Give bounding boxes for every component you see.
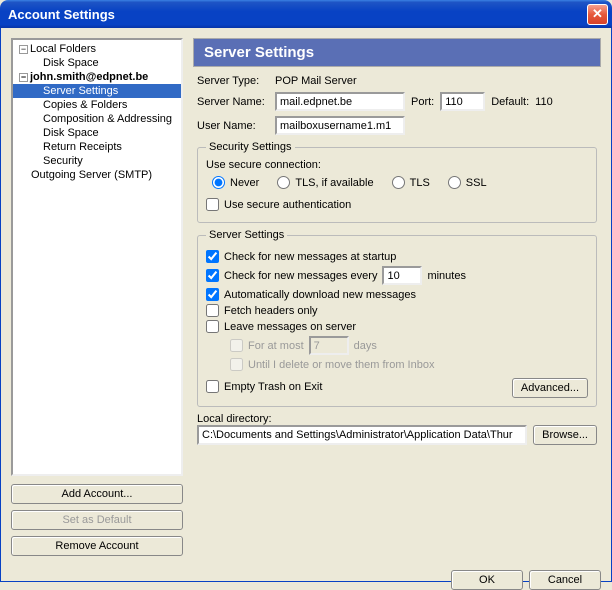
panel-title: Server Settings (193, 38, 601, 67)
until-delete-checkbox: Until I delete or move them from Inbox (230, 358, 588, 371)
tree-copies-folders[interactable]: Copies & Folders (13, 98, 181, 112)
tree-composition[interactable]: Composition & Addressing (13, 112, 181, 126)
tree-return-receipts[interactable]: Return Receipts (13, 140, 181, 154)
fetch-headers-checkbox[interactable]: Fetch headers only (206, 304, 588, 317)
add-account-button[interactable]: Add Account... (11, 484, 183, 504)
for-at-most-input (309, 336, 349, 355)
server-settings-group: Server Settings Check for new messages a… (197, 229, 597, 407)
default-value: 110 (535, 96, 553, 108)
server-name-label: Server Name: (197, 96, 269, 108)
tree-disk-space[interactable]: Disk Space (13, 56, 181, 70)
port-input[interactable] (440, 92, 485, 111)
server-type-label: Server Type: (197, 75, 269, 87)
collapse-icon[interactable]: − (19, 73, 28, 82)
default-label: Default: (491, 96, 529, 108)
radio-tls[interactable]: TLS (392, 176, 430, 189)
check-startup-checkbox[interactable]: Check for new messages at startup (206, 250, 588, 263)
tree-account[interactable]: − john.smith@edpnet.be (13, 70, 181, 84)
server-legend: Server Settings (206, 229, 287, 241)
user-name-input[interactable] (275, 116, 405, 135)
window-title: Account Settings (8, 7, 115, 22)
radio-ssl[interactable]: SSL (448, 176, 487, 189)
ok-button[interactable]: OK (451, 570, 523, 590)
cancel-button[interactable]: Cancel (529, 570, 601, 590)
port-label: Port: (411, 96, 434, 108)
accounts-tree[interactable]: − Local Folders Disk Space − john.smith@… (11, 38, 183, 476)
local-directory-label: Local directory: (197, 413, 597, 425)
tree-local-folders[interactable]: − Local Folders (13, 42, 181, 56)
browse-button[interactable]: Browse... (533, 425, 597, 445)
check-every-input[interactable] (382, 266, 422, 285)
advanced-button[interactable]: Advanced... (512, 378, 588, 398)
tree-security[interactable]: Security (13, 154, 181, 168)
radio-tls-available[interactable]: TLS, if available (277, 176, 373, 189)
title-bar: Account Settings ✕ (0, 0, 612, 28)
auto-download-checkbox[interactable]: Automatically download new messages (206, 288, 588, 301)
leave-messages-checkbox[interactable]: Leave messages on server (206, 320, 588, 333)
radio-never[interactable]: Never (212, 176, 259, 189)
local-directory-field[interactable]: C:\Documents and Settings\Administrator\… (197, 425, 527, 445)
for-at-most-checkbox (230, 339, 243, 352)
use-secure-auth-checkbox[interactable]: Use secure authentication (206, 198, 588, 211)
security-legend: Security Settings (206, 141, 295, 153)
check-every-checkbox[interactable] (206, 269, 219, 282)
security-settings-group: Security Settings Use secure connection:… (197, 141, 597, 223)
tree-outgoing-smtp[interactable]: Outgoing Server (SMTP) (13, 168, 181, 182)
close-icon[interactable]: ✕ (587, 4, 608, 25)
set-default-button: Set as Default (11, 510, 183, 530)
tree-server-settings[interactable]: Server Settings (13, 84, 181, 98)
check-every-row: Check for new messages every minutes (206, 266, 588, 285)
empty-trash-checkbox[interactable]: Empty Trash on Exit (206, 380, 322, 393)
use-secure-label: Use secure connection: (206, 159, 588, 171)
collapse-icon[interactable]: − (19, 45, 28, 54)
remove-account-button[interactable]: Remove Account (11, 536, 183, 556)
server-name-input[interactable] (275, 92, 405, 111)
user-name-label: User Name: (197, 120, 269, 132)
server-type-value: POP Mail Server (275, 75, 357, 87)
for-at-most-row: For at most days (230, 336, 588, 355)
tree-disk-space-2[interactable]: Disk Space (13, 126, 181, 140)
